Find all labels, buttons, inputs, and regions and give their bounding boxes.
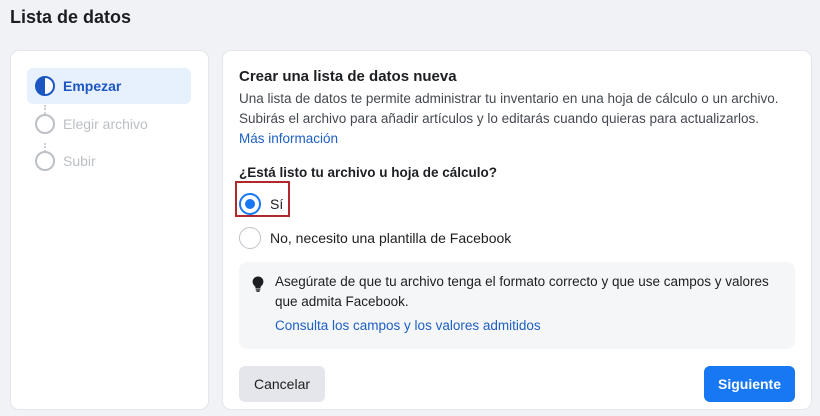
next-button[interactable]: Siguiente xyxy=(704,366,795,402)
lightbulb-icon xyxy=(252,276,264,297)
card-description: Una lista de datos te permite administra… xyxy=(239,89,779,149)
step-empty-circle-icon xyxy=(35,151,55,171)
step-half-circle-icon xyxy=(35,76,55,96)
option-no-template[interactable]: No, necesito una plantilla de Facebook xyxy=(239,225,511,251)
supported-fields-link[interactable]: Consulta los campos y los valores admiti… xyxy=(275,318,541,333)
option-si[interactable]: Sí xyxy=(239,191,283,217)
file-ready-question: ¿Está listo tu archivo u hoja de cálculo… xyxy=(239,165,498,180)
option-label: Sí xyxy=(270,196,284,212)
step-subir[interactable]: Subir xyxy=(27,143,191,179)
step-label: Empezar xyxy=(63,78,122,94)
description-text: Una lista de datos te permite administra… xyxy=(239,91,779,126)
steps-sidebar: Empezar Elegir archivo Subir xyxy=(11,51,208,409)
tip-text: Asegúrate de que tu archivo tenga el for… xyxy=(275,274,769,309)
step-label: Elegir archivo xyxy=(63,116,148,132)
page-title: Lista de datos xyxy=(10,7,132,27)
cancel-button[interactable]: Cancelar xyxy=(239,366,325,402)
radio-checked-icon[interactable] xyxy=(239,193,261,215)
format-tip-box: Asegúrate de que tu archivo tenga el for… xyxy=(239,262,795,349)
step-label: Subir xyxy=(63,153,96,169)
step-empty-circle-icon xyxy=(35,114,55,134)
radio-unchecked-icon[interactable] xyxy=(239,227,261,249)
option-label: No, necesito una plantilla de Facebook xyxy=(270,230,512,246)
step-elegir-archivo[interactable]: Elegir archivo xyxy=(27,106,191,142)
main-card: Crear una lista de datos nueva Una lista… xyxy=(223,51,811,409)
more-info-link[interactable]: Más información xyxy=(239,131,338,146)
step-empezar[interactable]: Empezar xyxy=(27,68,191,104)
card-title: Crear una lista de datos nueva xyxy=(239,68,457,85)
